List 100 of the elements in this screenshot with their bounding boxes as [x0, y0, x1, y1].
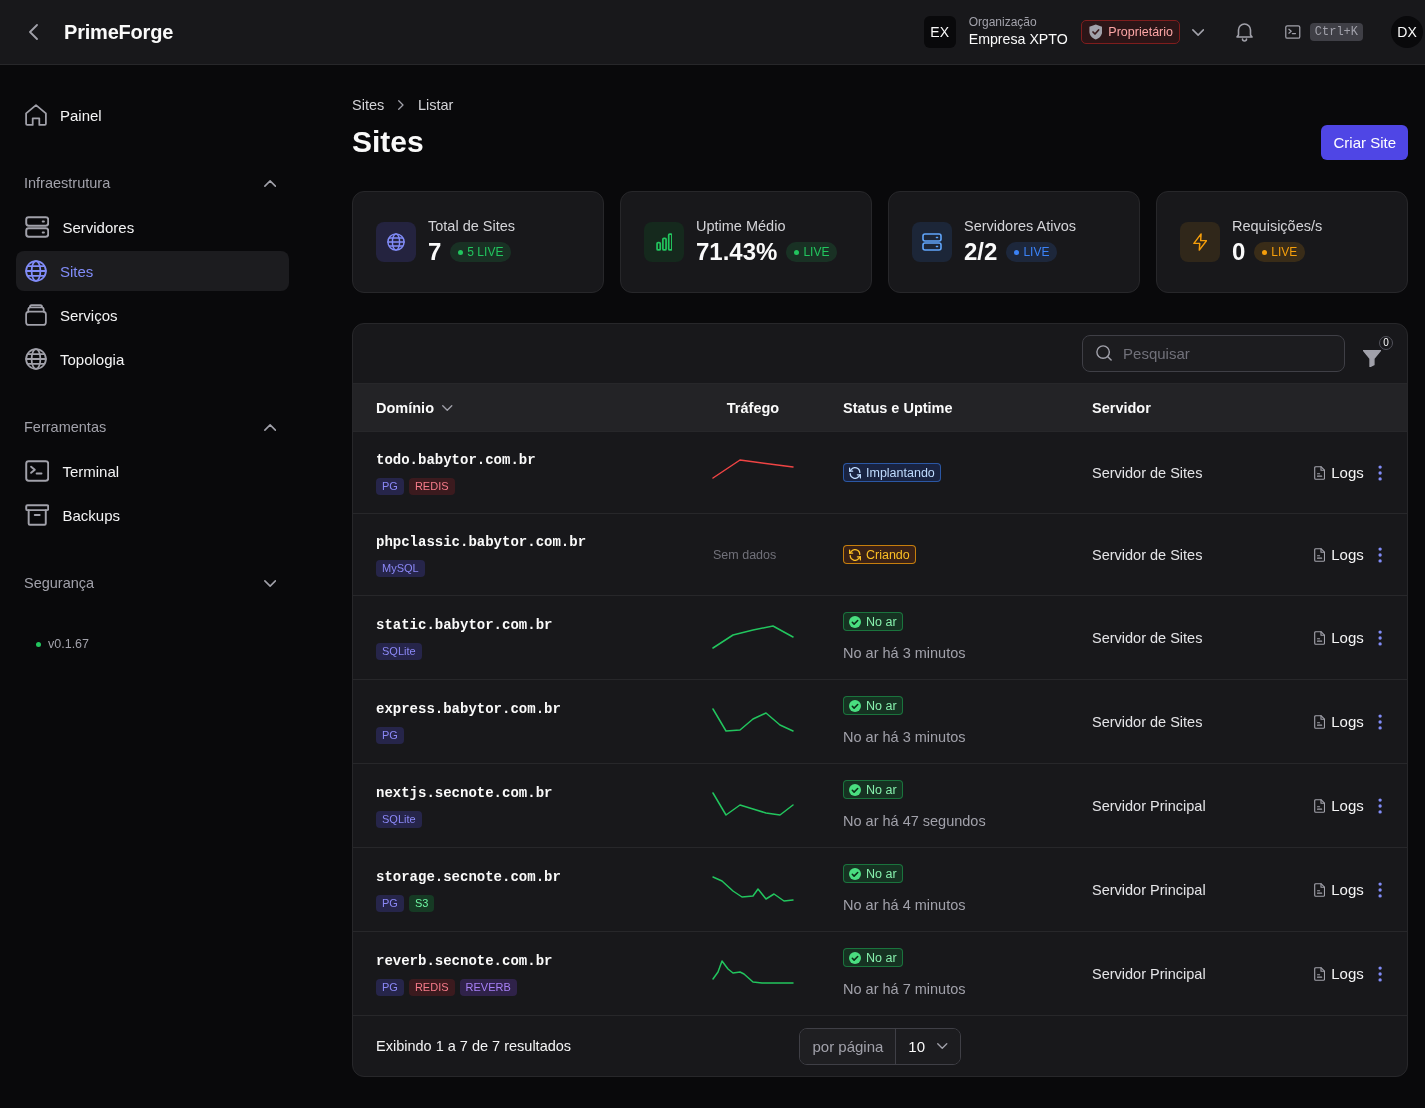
sidebar-item[interactable]: Painel: [16, 95, 289, 135]
status-dot-icon: [36, 641, 41, 647]
no-data-label: Sem dados: [712, 547, 777, 562]
create-site-button[interactable]: Criar Site: [1321, 124, 1408, 160]
domain-name[interactable]: todo.babytor.com.br: [376, 450, 536, 470]
stat-value: 71.43%: [696, 237, 778, 267]
column-header: Status e Uptime: [843, 399, 953, 416]
kebab-menu-icon[interactable]: [1377, 629, 1382, 646]
page-title: Sites: [352, 124, 424, 160]
chevron-left-icon[interactable]: [29, 24, 38, 40]
stat-label: Total de Sites: [428, 217, 516, 235]
service-tag: MySQL: [376, 560, 425, 577]
page-size-select[interactable]: 10: [895, 1028, 960, 1064]
org-avatar[interactable]: EX: [923, 16, 956, 48]
chevron-right-icon: [398, 100, 404, 110]
results-summary: Exibindo 1 a 7 de 7 resultados: [376, 1038, 573, 1054]
domain-name[interactable]: nextjs.secnote.com.br: [376, 783, 553, 803]
logs-button[interactable]: Logs: [1314, 965, 1364, 982]
filter-icon[interactable]: [1363, 350, 1381, 367]
per-page-label: por página: [800, 1028, 896, 1064]
logs-button[interactable]: Logs: [1314, 464, 1364, 481]
service-tag: PG: [376, 895, 404, 912]
server-name: Servidor de Sites: [1092, 629, 1203, 646]
org-name[interactable]: Empresa XPTO: [968, 30, 1068, 49]
app-name: PrimeForge: [64, 20, 174, 44]
column-header: Tráfego: [726, 399, 780, 416]
status-label: Implantando: [866, 465, 935, 480]
column-header[interactable]: Domínio: [376, 399, 453, 416]
uptime-label: No ar há 7 minutos: [843, 980, 966, 999]
filter-count-badge: 0: [1379, 336, 1393, 350]
kebab-menu-icon[interactable]: [1377, 464, 1382, 481]
sidebar-item[interactable]: Terminal: [16, 451, 289, 491]
refresh-icon: [849, 548, 861, 561]
bell-icon[interactable]: [1236, 22, 1254, 42]
domain-name[interactable]: storage.secnote.com.br: [376, 867, 561, 887]
logs-button[interactable]: Logs: [1314, 881, 1364, 898]
kebab-menu-icon[interactable]: [1377, 797, 1382, 814]
stat-label: Servidores Ativos: [964, 217, 1077, 235]
service-tag: PG: [376, 979, 404, 996]
user-avatar[interactable]: DX: [1391, 16, 1423, 48]
server-name: Servidor de Sites: [1092, 713, 1203, 730]
stat-label: Uptime Médio: [696, 217, 787, 235]
server-icon: [25, 216, 50, 238]
domain-name[interactable]: static.babytor.com.br: [376, 615, 553, 635]
globe-icon: [25, 348, 47, 370]
status-label: No ar: [866, 866, 897, 881]
server-icon: [912, 222, 952, 262]
check-circle-icon: [849, 783, 861, 796]
service-tag: SQLite: [376, 643, 422, 660]
logs-button[interactable]: Logs: [1314, 797, 1364, 814]
service-tag: SQLite: [376, 811, 422, 828]
logs-button[interactable]: Logs: [1314, 713, 1364, 730]
stat-value: 0: [1232, 237, 1246, 267]
globe-icon: [25, 260, 47, 282]
terminal-icon[interactable]: [1285, 25, 1301, 39]
kebab-menu-icon[interactable]: [1377, 546, 1382, 563]
kebab-menu-icon[interactable]: [1377, 713, 1382, 730]
section-header[interactable]: Infraestrutura: [16, 171, 289, 195]
domain-name[interactable]: reverb.secnote.com.br: [376, 951, 553, 971]
bar-chart-icon: [644, 222, 684, 262]
column-header: Servidor: [1092, 399, 1151, 416]
service-tag: PG: [376, 478, 404, 495]
uptime-label: No ar há 3 minutos: [843, 644, 966, 663]
breadcrumb-link[interactable]: Sites: [352, 96, 385, 114]
section-header[interactable]: Segurança: [16, 571, 289, 595]
file-icon: [1314, 630, 1326, 645]
domain-name[interactable]: phpclassic.babytor.com.br: [376, 532, 587, 552]
section-header[interactable]: Ferramentas: [16, 415, 289, 439]
logs-button[interactable]: Logs: [1314, 546, 1364, 563]
refresh-icon: [849, 466, 861, 479]
sidebar-item[interactable]: Backups: [16, 495, 289, 535]
file-icon: [1314, 714, 1326, 729]
server-name: Servidor Principal: [1092, 881, 1206, 898]
shortcut-key: Ctrl+K: [1309, 23, 1363, 41]
live-label: LIVE: [1023, 245, 1050, 259]
stat-value: 7: [428, 237, 442, 267]
check-circle-icon: [849, 951, 861, 964]
check-circle-icon: [849, 699, 861, 712]
globe-icon: [376, 222, 416, 262]
sidebar-item[interactable]: Sites: [16, 251, 289, 291]
stat-value: 2/2: [964, 237, 998, 267]
status-label: Criando: [866, 547, 910, 562]
kebab-menu-icon[interactable]: [1377, 881, 1382, 898]
search-icon: [1096, 345, 1113, 361]
terminal-icon: [25, 460, 50, 482]
sidebar-item[interactable]: Topologia: [16, 339, 289, 379]
file-icon: [1314, 966, 1326, 981]
chevron-down-icon[interactable]: [1192, 28, 1205, 36]
kebab-menu-icon[interactable]: [1377, 965, 1382, 982]
live-label: 5 LIVE: [467, 245, 504, 259]
file-icon: [1314, 547, 1326, 562]
logs-button[interactable]: Logs: [1314, 629, 1364, 646]
sidebar-item[interactable]: Serviços: [16, 295, 289, 335]
stack-icon: [25, 304, 47, 326]
domain-name[interactable]: express.babytor.com.br: [376, 699, 561, 719]
server-name: Servidor Principal: [1092, 965, 1206, 982]
service-tag: REDIS: [408, 478, 455, 495]
search-field[interactable]: Pesquisar: [1082, 335, 1346, 372]
file-icon: [1314, 465, 1326, 480]
sidebar-item[interactable]: Servidores: [16, 207, 289, 247]
